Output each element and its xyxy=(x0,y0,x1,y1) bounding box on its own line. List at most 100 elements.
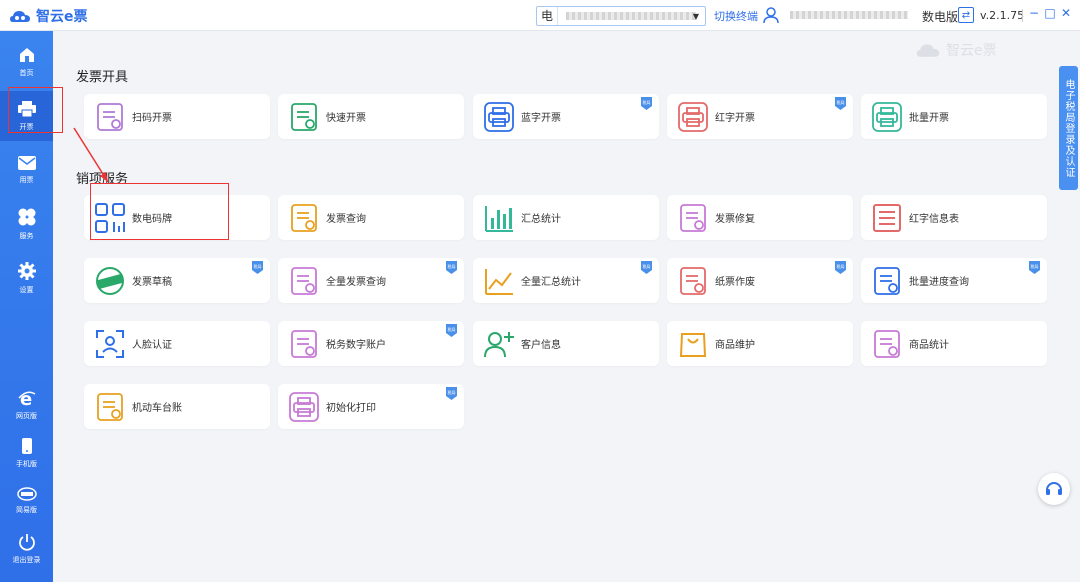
sidebar-item-label: 设置 xyxy=(19,286,34,294)
sidebar-item-label: 服务 xyxy=(19,232,34,240)
feature-card-label: 批量开票 xyxy=(909,113,949,124)
feature-card[interactable]: 蓝字开票 税局 xyxy=(473,94,659,139)
feature-card-label: 客户信息 xyxy=(521,340,561,351)
tax-account-icon xyxy=(288,328,320,360)
feature-card-label: 发票查询 xyxy=(326,214,366,225)
gear-icon xyxy=(17,262,36,280)
ie-browser-icon: e xyxy=(17,389,35,407)
feature-card-label: 红字开票 xyxy=(715,113,755,124)
cloud-logo-icon xyxy=(10,11,30,22)
switch-terminal-link[interactable]: 切换终端 xyxy=(714,8,758,24)
feature-card[interactable]: 发票查询 xyxy=(278,195,464,240)
vehicle-ledger-icon xyxy=(94,391,126,423)
tax-bureau-badge-icon: 税局 xyxy=(640,260,653,275)
tax-bureau-badge-icon: 税局 xyxy=(834,96,847,111)
feature-card-label: 发票修复 xyxy=(715,214,755,225)
headset-icon xyxy=(1046,482,1062,495)
sidebar-item-simple[interactable]: 简易版 xyxy=(0,476,53,526)
svg-text:税局: 税局 xyxy=(643,99,651,105)
feature-card[interactable]: 发票草稿 税局 xyxy=(84,258,270,303)
batch-print-icon xyxy=(871,101,903,133)
chevron-down-icon: ▼ xyxy=(692,12,699,21)
feature-card[interactable]: 红字信息表 xyxy=(861,195,1047,240)
feature-card[interactable]: 全量发票查询 税局 xyxy=(278,258,464,303)
customer-support-button[interactable] xyxy=(1038,473,1070,505)
tax-bureau-badge-icon: 税局 xyxy=(251,260,264,275)
feature-card[interactable]: 初始化打印 税局 xyxy=(278,384,464,429)
power-icon xyxy=(18,534,35,551)
feature-card[interactable]: 发票修复 xyxy=(667,195,853,240)
tax-bureau-badge-icon: 税局 xyxy=(445,323,458,338)
highlight-box xyxy=(8,87,63,133)
clover-icon xyxy=(18,208,35,226)
app-logo: 智云e票 xyxy=(9,6,88,26)
cloud-logo-icon xyxy=(916,44,940,57)
sidebar-item-home[interactable]: 首页 xyxy=(0,37,53,87)
feature-card[interactable]: 批量进度查询 税局 xyxy=(861,258,1047,303)
feature-card-label: 批量进度查询 xyxy=(909,277,969,288)
add-user-icon xyxy=(483,328,515,360)
init-print-icon xyxy=(288,391,320,423)
mail-icon xyxy=(17,156,36,170)
highlight-box xyxy=(90,183,229,240)
feature-card-label: 发票草稿 xyxy=(132,277,172,288)
watermark-text: 智云e票 xyxy=(946,43,997,59)
feature-card-label: 快速开票 xyxy=(326,113,366,124)
feature-card-label: 初始化打印 xyxy=(326,403,376,414)
sidebar-item-label: 网页版 xyxy=(16,412,37,420)
feature-card[interactable]: 人脸认证 xyxy=(84,321,270,366)
sidebar-item-logout[interactable]: 退出登录 xyxy=(0,524,53,574)
sidebar-item-service[interactable]: 服务 xyxy=(0,199,53,249)
svg-text:税局: 税局 xyxy=(1031,263,1039,269)
draft-stamp-icon xyxy=(94,265,126,297)
feature-card-label: 全量发票查询 xyxy=(326,277,386,288)
maximize-button[interactable]: □ xyxy=(1043,6,1057,20)
swap-version-icon[interactable]: ⇄ xyxy=(958,7,974,23)
watermark-logo: 智云e票 xyxy=(914,40,997,60)
svg-text:税局: 税局 xyxy=(254,263,262,269)
section-title: 发票开具 xyxy=(76,70,129,85)
feature-card-label: 全量汇总统计 xyxy=(521,277,581,288)
divider xyxy=(1022,9,1023,22)
svg-text:税局: 税局 xyxy=(448,326,456,332)
sidebar-item-label: 退出登录 xyxy=(12,556,41,564)
user-name-blurred xyxy=(790,11,908,19)
sidebar-item-label: 用票 xyxy=(19,176,34,184)
invoice-repair-icon xyxy=(677,202,709,234)
feature-card[interactable]: 全量汇总统计 税局 xyxy=(473,258,659,303)
feature-card[interactable]: 客户信息 xyxy=(473,321,659,366)
progress-search-icon xyxy=(871,265,903,297)
feature-card[interactable]: 快速开票 xyxy=(278,94,464,139)
svg-text:税局: 税局 xyxy=(448,389,456,395)
feature-card-label: 汇总统计 xyxy=(521,214,561,225)
sidebar-item-label: 简易版 xyxy=(16,506,37,514)
feature-card[interactable]: 纸票作废 税局 xyxy=(667,258,853,303)
sidebar-item-web[interactable]: e 网页版 xyxy=(0,380,53,430)
sidebar-item-mobile[interactable]: 手机版 xyxy=(0,428,53,478)
sidebar-item-use[interactable]: 用票 xyxy=(0,145,53,195)
tax-bureau-login-tab[interactable]: 电子税局登录及认证 xyxy=(1059,66,1078,190)
sidebar-item-settings[interactable]: 设置 xyxy=(0,253,53,303)
tax-bureau-badge-icon: 税局 xyxy=(834,260,847,275)
company-tag: 电 xyxy=(537,7,559,25)
tax-bureau-badge-icon: 税局 xyxy=(640,96,653,111)
feature-card-label: 扫码开票 xyxy=(132,113,172,124)
feature-card[interactable]: 税务数字账户 税局 xyxy=(278,321,464,366)
feature-card[interactable]: 汇总统计 xyxy=(473,195,659,240)
void-invoice-icon xyxy=(677,265,709,297)
feature-card[interactable]: 商品统计 xyxy=(861,321,1047,366)
close-button[interactable]: ✕ xyxy=(1059,6,1073,20)
feature-card[interactable]: 红字开票 税局 xyxy=(667,94,853,139)
version-number: v.2.1.75 xyxy=(980,9,1025,22)
feature-card-label: 纸票作废 xyxy=(715,277,755,288)
svg-text:税局: 税局 xyxy=(837,263,845,269)
feature-card[interactable]: 批量开票 xyxy=(861,94,1047,139)
feature-card[interactable]: 机动车台账 xyxy=(84,384,270,429)
company-select[interactable]: 电 ▼ xyxy=(536,6,706,26)
phone-icon xyxy=(21,438,32,454)
minimize-button[interactable]: − xyxy=(1027,6,1041,20)
tax-bureau-badge-icon: 税局 xyxy=(445,260,458,275)
user-icon[interactable] xyxy=(762,6,780,24)
feature-card-label: 人脸认证 xyxy=(132,340,172,351)
feature-card[interactable]: 商品维护 xyxy=(667,321,853,366)
